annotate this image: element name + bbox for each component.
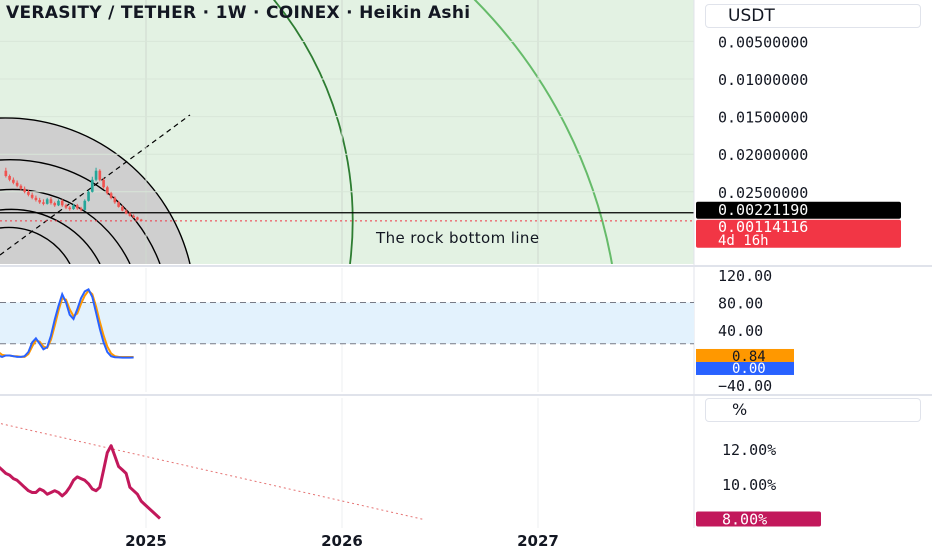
pct-tag: 8.00%: [696, 510, 821, 528]
candle-body: [34, 197, 38, 201]
percent-trendline-dotted: [0, 422, 424, 520]
candle-body: [72, 205, 75, 210]
price-axis-tick: 0.02000000: [718, 146, 808, 164]
price-axis-tick: 0.02500000: [718, 184, 808, 202]
level-tag: 0.00221190: [696, 201, 901, 219]
candle-body: [121, 206, 124, 211]
price-axis-tick: 0.01500000: [718, 109, 808, 127]
percent-unit-label: %: [732, 400, 748, 419]
candle-body: [98, 170, 102, 180]
candle-body: [106, 187, 109, 194]
candle-body: [30, 194, 34, 198]
pct-axis-tick: 12.00%: [722, 441, 776, 459]
candle-body: [64, 205, 68, 208]
candle-body: [102, 179, 105, 188]
candle-body: [83, 200, 87, 210]
candle-body: [132, 215, 135, 218]
candle-body: [109, 193, 113, 198]
x-axis-label: 2027: [517, 532, 559, 550]
osc-d-value: 0.00: [732, 361, 766, 377]
percent-line: [0, 444, 162, 520]
candle-body: [45, 199, 49, 204]
price-axis-tick: 0.00500000: [718, 33, 808, 51]
candle-body: [57, 200, 60, 206]
chart-svg: The rock bottom line 0.02500000 0.0200000…: [0, 0, 932, 550]
candle-body: [53, 203, 57, 206]
candle-body: [49, 199, 53, 204]
countdown-text: 4d 16h: [718, 233, 769, 249]
percent-unit-selector[interactable]: %: [705, 398, 921, 422]
candle-body: [139, 219, 143, 221]
candle-body: [8, 176, 11, 180]
price-unit-label: USDT: [728, 6, 775, 26]
x-axis-label: 2025: [125, 532, 167, 550]
candle-body: [38, 200, 41, 203]
rock-bottom-annotation: The rock bottom line: [375, 229, 539, 247]
last-price-tag: 0.00114116 4d 16h: [696, 218, 901, 249]
candle-body: [124, 210, 128, 214]
candle-body: [4, 170, 8, 176]
candle-body: [94, 170, 98, 180]
candle-body: [23, 188, 26, 192]
candle-body: [60, 200, 64, 206]
candle-body: [75, 205, 79, 209]
pct-axis-tick: 10.00%: [722, 476, 776, 494]
candle-body: [90, 179, 94, 192]
osc-axis-tick: 40.00: [718, 322, 763, 340]
candle-body: [68, 207, 72, 210]
candle-body: [128, 213, 132, 216]
candle-body: [87, 191, 90, 201]
candle-body: [12, 179, 15, 183]
x-axis-label: 2026: [321, 532, 363, 550]
level-tag-text: 0.00221190: [718, 201, 808, 219]
candle-body: [27, 191, 30, 195]
osc-axis-tick: 120.00: [718, 267, 772, 285]
candle-body: [19, 185, 23, 189]
price-axis-tick: 0.01000000: [718, 71, 808, 89]
chart-title: VERASITY / TETHER · 1W · COINEX · Heikin…: [6, 3, 471, 23]
candle-body: [15, 182, 19, 186]
candle-body: [79, 208, 83, 210]
pct-last-value: 8.00%: [722, 510, 767, 528]
candle-body: [42, 202, 45, 204]
osc-axis-tick: 80.00: [718, 294, 763, 312]
osc-k-tag: 0.00: [696, 361, 794, 377]
candle-body: [113, 197, 117, 203]
candle-body: [117, 202, 120, 207]
candle-body: [136, 217, 139, 220]
osc-axis-tick: −40.00: [718, 377, 772, 395]
price-unit-selector[interactable]: USDT: [705, 4, 921, 28]
